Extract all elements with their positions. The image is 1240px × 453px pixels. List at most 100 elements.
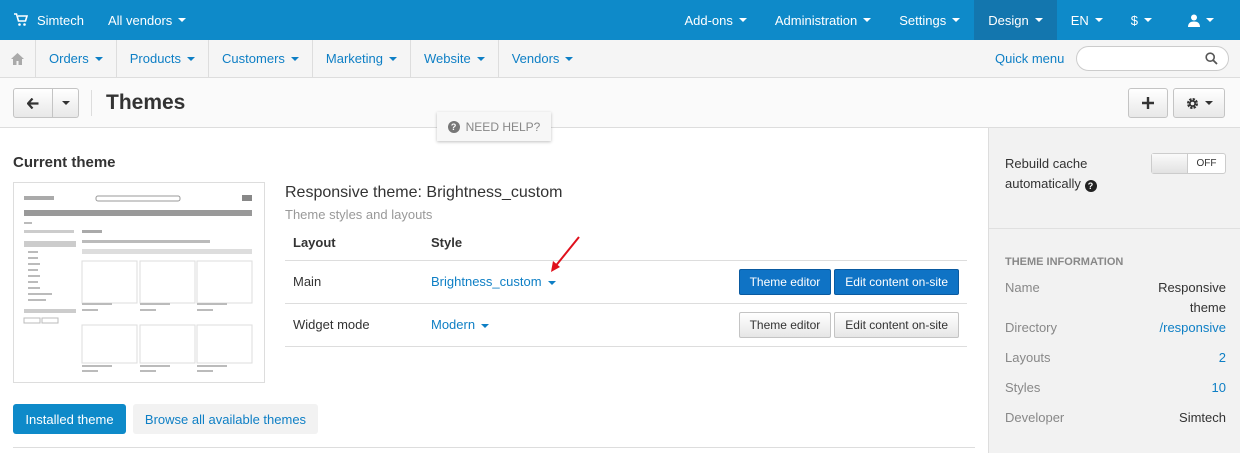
nav-orders[interactable]: Orders xyxy=(36,39,117,78)
style-dropdown-label: Modern xyxy=(431,317,476,332)
nav-vendors-label: Vendors xyxy=(511,51,560,66)
search-icon[interactable] xyxy=(1205,52,1218,65)
brand-name: Simtech xyxy=(37,12,84,28)
nav-settings[interactable]: Settings xyxy=(885,0,974,40)
currency-label: $ xyxy=(1130,12,1138,28)
theme-editor-button[interactable]: Theme editor xyxy=(738,311,832,338)
divider xyxy=(13,447,975,448)
directory-link[interactable]: /responsive xyxy=(1160,320,1226,335)
nav-products[interactable]: Products xyxy=(117,39,210,78)
annotation-arrow xyxy=(551,236,580,272)
nav-customers-label: Customers xyxy=(222,51,285,66)
info-key: Developer xyxy=(1005,410,1065,425)
row-actions: Theme editor Edit content on-site xyxy=(616,260,967,304)
styles-link[interactable]: 10 xyxy=(1212,380,1226,395)
divider xyxy=(989,228,1240,229)
vendor-selector[interactable]: All vendors xyxy=(107,0,187,40)
page-title: Themes xyxy=(106,91,186,114)
arrow-left-icon xyxy=(27,97,39,109)
settings-dropdown-button[interactable] xyxy=(1173,88,1225,118)
nav-marketing[interactable]: Marketing xyxy=(313,39,411,78)
nav-customers[interactable]: Customers xyxy=(209,39,313,78)
nav-addons[interactable]: Add-ons xyxy=(670,0,760,40)
theme-info-heading: THEME INFORMATION xyxy=(1005,256,1124,268)
column-header-actions xyxy=(616,226,967,261)
info-row-developer: Developer Simtech xyxy=(1005,410,1226,425)
table-header-row: Layout Style xyxy=(285,226,967,261)
nav-administration[interactable]: Administration xyxy=(761,0,885,40)
nav-website[interactable]: Website xyxy=(411,39,499,78)
style-dropdown-label: Brightness_custom xyxy=(431,274,542,289)
chevron-down-icon xyxy=(1204,101,1213,105)
toggle-state: OFF xyxy=(1196,158,1217,169)
nav-addons-label: Add-ons xyxy=(684,12,733,28)
section-title: Current theme xyxy=(13,154,116,171)
nav-marketing-label: Marketing xyxy=(325,51,383,66)
user-menu[interactable] xyxy=(1166,0,1240,40)
need-help-tab[interactable]: ? NEED HELP? xyxy=(437,112,551,141)
vendor-selector-label: All vendors xyxy=(107,12,173,28)
row-actions: Theme editor Edit content on-site xyxy=(616,303,967,347)
nav-vendors[interactable]: Vendors xyxy=(499,40,587,78)
theme-name: Responsive theme: Brightness_custom xyxy=(285,184,563,201)
chevron-down-icon xyxy=(565,56,574,61)
chevron-down-icon xyxy=(61,101,70,105)
chevron-down-icon xyxy=(738,18,747,22)
column-header-layout: Layout xyxy=(285,226,423,261)
add-theme-button[interactable] xyxy=(1128,88,1168,118)
language-label: EN xyxy=(1070,12,1089,28)
edit-content-on-site-button[interactable]: Edit content on-site xyxy=(834,311,959,338)
back-dropdown-button[interactable] xyxy=(53,88,79,118)
user-icon xyxy=(1188,14,1200,27)
brand-link[interactable]: Simtech xyxy=(0,0,84,40)
currency-selector[interactable]: $ xyxy=(1117,0,1166,40)
quick-menu-link[interactable]: Quick menu xyxy=(995,51,1064,66)
question-icon[interactable]: ? xyxy=(1084,180,1097,192)
table-row: Main Brightness_custom Theme editor Edit … xyxy=(285,260,967,304)
info-row-styles: Styles 10 xyxy=(1005,380,1226,395)
chevron-down-icon xyxy=(547,280,556,285)
nav-design[interactable]: Design xyxy=(974,0,1057,40)
style-dropdown[interactable]: Modern xyxy=(423,303,617,347)
sidebar: Rebuild cache automatically ? OFF THEME … xyxy=(988,128,1240,453)
table-row: Widget mode Modern Theme editor Edit cont… xyxy=(285,303,967,347)
nav-design-label: Design xyxy=(988,12,1029,28)
theme-subtitle: Theme styles and layouts xyxy=(285,207,433,222)
rebuild-cache-toggle[interactable]: OFF xyxy=(1151,153,1226,174)
nav-website-label: Website xyxy=(423,51,471,66)
language-selector[interactable]: EN xyxy=(1057,0,1117,40)
search-input[interactable] xyxy=(1076,46,1229,71)
style-dropdown[interactable]: Brightness_custom xyxy=(423,260,617,304)
info-key: Layouts xyxy=(1005,350,1051,365)
gear-icon xyxy=(1186,97,1198,109)
nav-orders-label: Orders xyxy=(49,51,89,66)
layout-name: Main xyxy=(285,260,423,304)
theme-preview-image xyxy=(13,182,265,383)
plus-icon xyxy=(1142,97,1154,109)
chevron-down-icon xyxy=(476,56,485,61)
chevron-down-icon xyxy=(481,323,490,328)
chevron-down-icon xyxy=(863,18,872,22)
cart-icon xyxy=(14,13,28,26)
question-icon: ? xyxy=(447,120,460,133)
chevron-down-icon xyxy=(1094,18,1103,22)
divider xyxy=(91,90,92,116)
chevron-down-icon xyxy=(1144,18,1152,22)
browse-themes-tab[interactable]: Browse all available themes xyxy=(133,404,318,434)
layouts-link[interactable]: 2 xyxy=(1219,350,1226,365)
info-key: Styles xyxy=(1005,380,1041,395)
top-bar: Simtech All vendors Add-ons Administrati… xyxy=(0,0,1240,40)
theme-editor-button[interactable]: Theme editor xyxy=(738,268,832,295)
back-button[interactable] xyxy=(13,88,53,118)
info-key: Directory xyxy=(1005,320,1058,335)
edit-content-on-site-button[interactable]: Edit content on-site xyxy=(834,268,959,295)
chevron-down-icon xyxy=(1206,18,1214,22)
secondary-nav: Orders Products Customers Marketing Webs… xyxy=(0,39,1240,78)
toggle-knob xyxy=(1152,154,1188,173)
home-link[interactable] xyxy=(0,39,36,78)
installed-theme-tab[interactable]: Installed theme xyxy=(13,404,126,434)
info-row-directory: Directory /responsive xyxy=(1005,320,1226,335)
layout-name: Widget mode xyxy=(285,303,423,347)
info-row-name: Name Responsive theme xyxy=(1005,280,1226,318)
title-bar: Themes xyxy=(0,78,1240,128)
